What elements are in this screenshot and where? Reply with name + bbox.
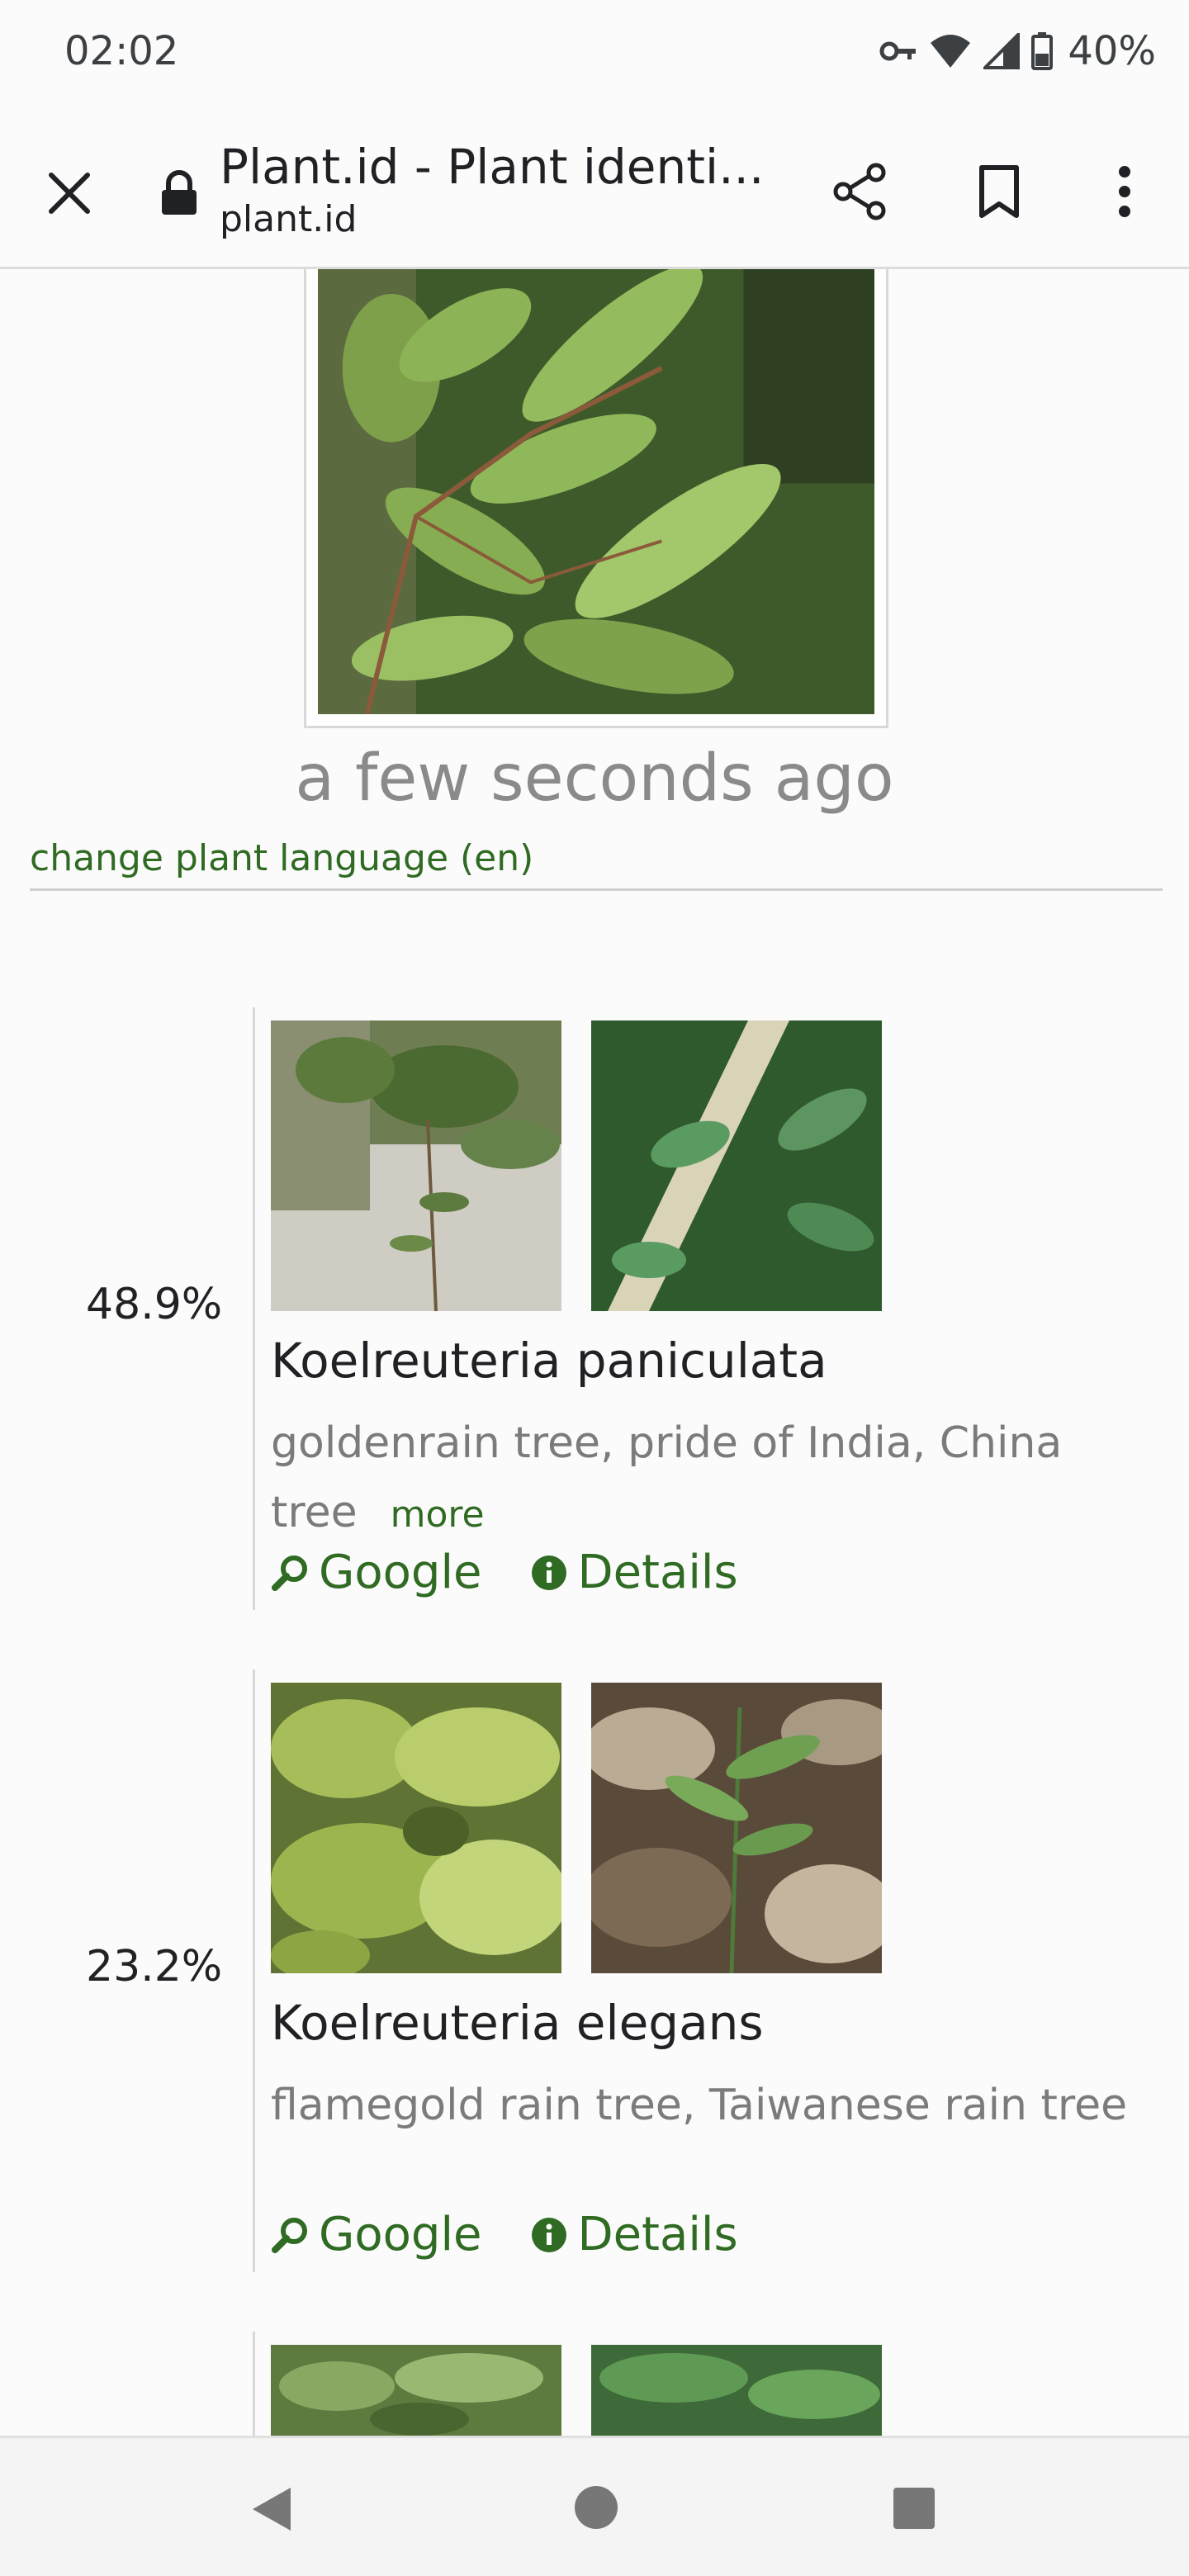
google-label: Google	[319, 2208, 482, 2261]
plant-thumbnail-image	[271, 2345, 561, 2436]
plant-thumbnail-image	[591, 2345, 882, 2436]
result-card	[0, 2332, 1189, 2436]
probability: 23.2%	[86, 1942, 223, 1991]
common-names: flamegold rain tree, Taiwanese rain tree	[271, 2071, 1146, 2140]
cell-signal-icon	[983, 33, 1021, 69]
info-icon	[532, 1555, 567, 1590]
plant-thumbnail-image	[591, 1683, 882, 1973]
back-button[interactable]	[248, 2484, 297, 2534]
common-names-text: flamegold rain tree, Taiwanese rain tree	[271, 2081, 1128, 2130]
vpn-key-icon	[879, 39, 917, 64]
scientific-name: Koelreuteria elegans	[271, 1995, 764, 2051]
scientific-name: Koelreuteria paniculata	[271, 1333, 827, 1389]
google-label: Google	[319, 1546, 482, 1599]
result-links: Google Details	[271, 1546, 738, 1599]
details-link[interactable]: Details	[531, 2208, 738, 2261]
result-links: Google Details	[271, 2208, 738, 2261]
plant-thumbnail-image	[591, 1020, 882, 1311]
result-thumbnail[interactable]	[271, 1020, 561, 1311]
search-icon	[272, 2217, 307, 2253]
result-card: 48.9% Koelreuteria paniculata goldenrain…	[0, 1007, 1189, 1610]
common-names: goldenrain tree, pride of India, China t…	[271, 1409, 1146, 1550]
recent-square-icon	[893, 2488, 935, 2529]
plant-thumbnail-image	[271, 1683, 561, 1973]
share-icon	[833, 163, 886, 220]
common-names-text: goldenrain tree, pride of India, China t…	[271, 1418, 1063, 1537]
bookmark-button[interactable]	[961, 154, 1037, 230]
battery-percent: 40%	[1068, 28, 1156, 74]
details-link[interactable]: Details	[531, 1546, 738, 1599]
page-title: Plant.id - Plant identi...	[220, 139, 765, 195]
close-icon	[49, 173, 90, 214]
identification-timestamp: a few seconds ago	[295, 741, 894, 816]
result-card: 23.2% Koelreuteria elegans flamegold rai…	[0, 1669, 1189, 2272]
home-button[interactable]	[573, 2484, 619, 2531]
result-thumbnail[interactable]	[271, 1683, 561, 1973]
uploaded-plant-photo[interactable]	[304, 264, 888, 728]
details-label: Details	[577, 2208, 738, 2261]
status-time: 02:02	[64, 28, 179, 74]
page-url: plant.id	[220, 198, 358, 240]
battery-icon	[1031, 32, 1054, 70]
home-circle-icon	[575, 2486, 618, 2529]
result-thumbnail[interactable]	[591, 1020, 882, 1311]
result-divider	[253, 1669, 255, 2272]
result-divider	[253, 2332, 255, 2436]
change-language-link[interactable]: change plant language (en)	[30, 837, 533, 879]
status-icons: 40%	[879, 28, 1156, 74]
back-triangle-icon	[253, 2488, 291, 2531]
share-button[interactable]	[822, 154, 898, 230]
result-thumbnail[interactable]	[591, 1683, 882, 1973]
wifi-icon	[929, 33, 972, 69]
leaf-photo	[318, 264, 874, 715]
status-bar: 02:02 40%	[0, 0, 1189, 107]
more-vert-icon	[1119, 166, 1130, 217]
google-link[interactable]: Google	[271, 2208, 481, 2261]
more-link[interactable]: more	[391, 1494, 485, 1536]
details-label: Details	[577, 1546, 738, 1599]
plant-thumbnail-image	[271, 1020, 561, 1311]
recent-apps-button[interactable]	[892, 2486, 936, 2531]
close-tab-button[interactable]	[33, 157, 106, 230]
search-icon	[272, 1555, 307, 1591]
result-divider	[253, 1007, 255, 1610]
browser-toolbar: Plant.id - Plant identi... plant.id	[0, 107, 1189, 269]
overflow-menu-button[interactable]	[1087, 154, 1163, 230]
system-navigation-bar	[0, 2436, 1189, 2576]
google-link[interactable]: Google	[271, 1546, 481, 1599]
lock-icon	[159, 170, 200, 216]
probability: 48.9%	[86, 1280, 223, 1329]
result-thumbnail[interactable]	[591, 2345, 882, 2436]
bookmark-icon	[979, 165, 1019, 218]
section-divider	[30, 888, 1163, 891]
info-icon	[532, 2217, 567, 2252]
result-thumbnail[interactable]	[271, 2345, 561, 2436]
